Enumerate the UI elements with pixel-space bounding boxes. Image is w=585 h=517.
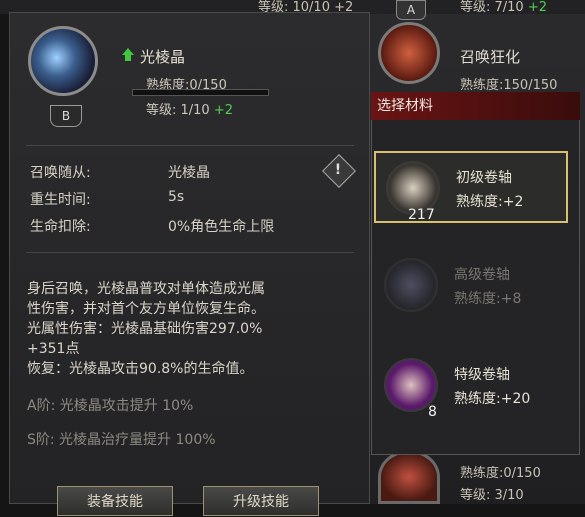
material-item-special-scroll[interactable]: 8 特级卷轴 熟练度:+20 (374, 350, 568, 422)
tier-s-bonus: S阶: 光棱晶治疗量提升 100% (27, 432, 216, 448)
grade-a-badge: A (396, 0, 426, 20)
material-name: 特级卷轴 (454, 367, 510, 383)
summon-rage-skill-icon[interactable] (378, 22, 440, 84)
material-proficiency: 熟练度:+2 (456, 194, 524, 210)
material-proficiency: 熟练度:+20 (454, 391, 531, 407)
background-level-right: 等级: 7/10 +2 (460, 0, 548, 15)
material-name: 初级卷轴 (456, 170, 512, 186)
bottom-skill-level: 等级: 3/10 (460, 488, 524, 503)
material-proficiency: 熟练度:+8 (454, 291, 522, 307)
summon-rage-name: 召唤狂化 (460, 48, 521, 66)
material-count: 217 (408, 207, 435, 223)
equip-skill-button[interactable]: 装备技能 (57, 486, 173, 516)
material-item-advanced-scroll[interactable]: 高级卷轴 熟练度:+8 (374, 250, 568, 322)
upgrade-skill-button[interactable]: 升级技能 (203, 486, 319, 516)
bottom-skill-icon[interactable] (378, 450, 440, 504)
stat-respawn-value: 5s (168, 189, 185, 205)
grade-b-badge: B (50, 105, 82, 127)
prism-crystal-skill-icon (28, 26, 98, 96)
stat-respawn-label: 重生时间: (30, 192, 91, 208)
description-line: +351点 (27, 341, 80, 357)
upgrade-arrow-icon (122, 48, 134, 55)
upgrade-arrow-stem (125, 55, 131, 61)
stat-summon-value: 光棱晶 (168, 165, 210, 181)
material-panel-title: 选择材料 (371, 92, 580, 120)
description-line: 光属性伤害：光棱晶基础伤害297.0% (27, 321, 263, 337)
divider (26, 145, 354, 146)
bottom-skill-proficiency: 熟练度:0/150 (460, 466, 541, 481)
stat-summon-label: 召唤随从: (30, 165, 91, 181)
material-item-basic-scroll[interactable]: 217 初级卷轴 熟练度:+2 (374, 151, 568, 223)
proficiency-bar (132, 89, 269, 96)
advanced-scroll-icon (384, 258, 438, 312)
summon-rage-proficiency: 熟练度:150/150 (460, 78, 558, 93)
skill-description: 身后召唤，光棱晶普攻对单体造成光属 性伤害，并对首个友方单位恢复生命。 光属性伤… (27, 279, 357, 379)
divider (26, 252, 354, 253)
skill-level: 等级: 1/10 +2 (146, 103, 234, 118)
skill-name: 光棱晶 (140, 48, 186, 66)
material-name: 高级卷轴 (454, 267, 510, 283)
description-line: 恢复：光棱晶攻击90.8%的生命值。 (27, 361, 254, 377)
tier-a-bonus: A阶: 光棱晶攻击提升 10% (27, 398, 194, 414)
description-line: 性伤害，并对首个友方单位恢复生命。 (27, 301, 265, 317)
stat-hp-cost-label: 生命扣除: (30, 219, 91, 235)
warning-icon[interactable]: ! (327, 159, 349, 181)
material-count: 8 (428, 404, 437, 420)
stat-hp-cost-value: 0%角色生命上限 (168, 219, 275, 235)
description-line: 身后召唤，光棱晶普攻对单体造成光属 (27, 281, 265, 297)
